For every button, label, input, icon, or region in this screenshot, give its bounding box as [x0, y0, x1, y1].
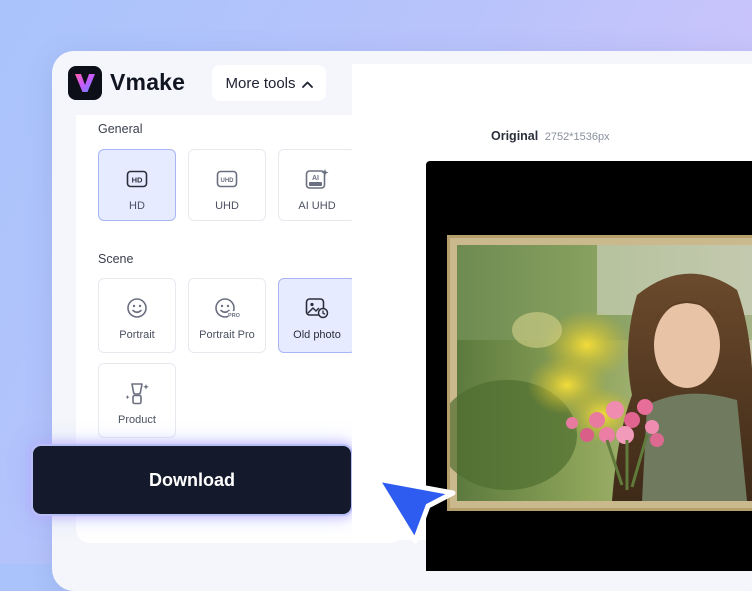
option-label: Portrait: [119, 329, 155, 341]
svg-text:AI: AI: [312, 175, 319, 182]
chevron-up-icon: [301, 75, 313, 92]
option-label: Portrait Pro: [199, 329, 255, 341]
option-old-photo[interactable]: Old photo: [278, 278, 356, 353]
product-icon: [124, 382, 150, 405]
more-tools-label: More tools: [225, 74, 296, 92]
general-section-title: General: [98, 122, 143, 136]
ai-ultra-icon: AI: [305, 168, 329, 190]
option-uhd[interactable]: UHD UHD: [188, 149, 266, 221]
svg-text:PRO: PRO: [228, 313, 240, 319]
download-button[interactable]: Download: [33, 446, 351, 514]
option-label: Product: [118, 414, 156, 426]
option-portrait[interactable]: Portrait: [98, 278, 176, 353]
hd-icon: HD: [126, 168, 148, 190]
option-label: HD: [129, 200, 145, 212]
pointer-cursor-icon: [373, 471, 461, 556]
option-label: UHD: [215, 200, 239, 212]
option-label: AI UHD: [298, 200, 336, 212]
app-name: Vmake: [110, 69, 186, 95]
option-label: Old photo: [293, 329, 341, 341]
old-photo-image: [437, 232, 752, 514]
uhd-icon: UHD: [216, 168, 238, 190]
scene-section-title: Scene: [98, 252, 134, 266]
option-product[interactable]: Product: [98, 363, 176, 438]
more-tools-button[interactable]: More tools: [212, 65, 326, 101]
option-hd[interactable]: HD HD: [98, 149, 176, 221]
smile-icon: [126, 297, 148, 319]
old-photo-icon: [305, 297, 329, 319]
option-ai-uhd[interactable]: AI AI UHD: [278, 149, 356, 221]
preview-label: Original 2752*1536px: [491, 129, 610, 143]
svg-text:UHD: UHD: [221, 178, 235, 184]
smile-pro-icon: PRO: [214, 297, 240, 319]
svg-text:HD: HD: [132, 176, 143, 185]
original-label: Original: [491, 129, 539, 143]
vmake-logo-icon: [68, 66, 102, 100]
image-dimensions: 2752*1536px: [544, 131, 610, 143]
option-portrait-pro[interactable]: PRO Portrait Pro: [188, 278, 266, 353]
